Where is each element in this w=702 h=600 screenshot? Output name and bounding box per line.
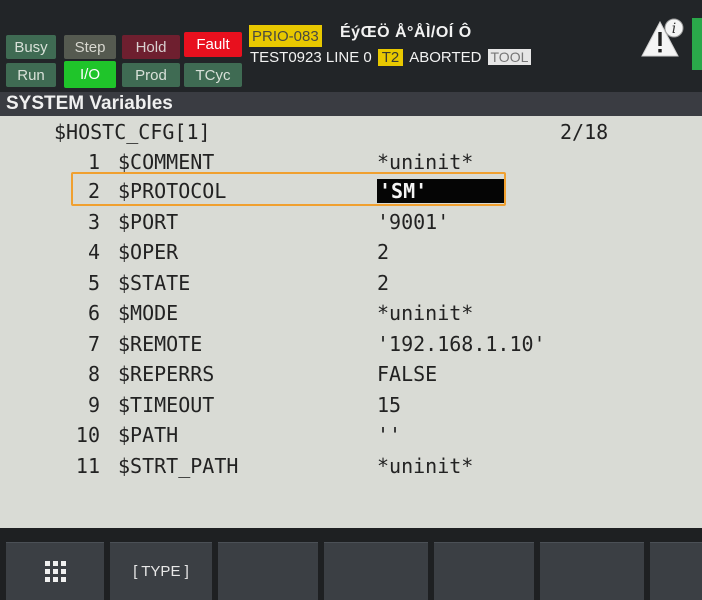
alarm-message: ÉýŒÖ Å°ÅÌ/OÍ Ô bbox=[340, 24, 472, 41]
type-button[interactable]: [ TYPE ] bbox=[110, 542, 212, 600]
program-line: TEST0923 LINE 0 bbox=[250, 48, 372, 66]
variable-row-timeout[interactable]: 9 $TIMEOUT 15 bbox=[0, 393, 702, 423]
menu-button[interactable] bbox=[6, 542, 104, 600]
status-io: I/O bbox=[64, 61, 116, 88]
warning-icon[interactable]: i bbox=[640, 18, 684, 62]
variable-name: $STRT_PATH bbox=[118, 454, 239, 478]
f4-button[interactable] bbox=[434, 542, 534, 600]
variable-value-selected[interactable]: 'SM' bbox=[377, 179, 505, 203]
edge-indicator bbox=[692, 18, 702, 70]
variable-name: $TIMEOUT bbox=[118, 393, 215, 417]
variable-value: FALSE bbox=[377, 362, 438, 386]
variable-row-reperrs[interactable]: 8 $REPERRS FALSE bbox=[0, 362, 702, 392]
f3-button[interactable] bbox=[324, 542, 428, 600]
row-number: 11 bbox=[75, 454, 100, 478]
row-number: 1 bbox=[87, 150, 100, 174]
variable-value: 2 bbox=[377, 271, 390, 295]
variable-row-protocol[interactable]: 2 $PROTOCOL 'SM' bbox=[0, 179, 702, 209]
f2-button[interactable] bbox=[218, 542, 318, 600]
variable-name: $MODE bbox=[118, 301, 179, 325]
variable-name: $REPERRS bbox=[118, 362, 215, 386]
variable-row-strt-path[interactable]: 11 $STRT_PATH *uninit* bbox=[0, 454, 702, 484]
program-status: TEST0923 LINE 0 T2 ABORTED TOOL bbox=[250, 46, 532, 68]
variable-row-comment[interactable]: 1 $COMMENT *uninit* bbox=[0, 150, 702, 180]
row-number: 8 bbox=[87, 362, 100, 386]
variable-name: $PATH bbox=[118, 423, 179, 447]
svg-text:i: i bbox=[672, 21, 676, 37]
status-run: Run bbox=[6, 63, 56, 87]
status-hold: Hold bbox=[122, 35, 180, 59]
system-variables-screen: SYSTEM Variables $HOSTC_CFG[1] 2/18 1 $C… bbox=[0, 92, 702, 528]
variable-name: $PROTOCOL bbox=[118, 179, 227, 203]
status-bar: Busy Step Hold Fault Run I/O Prod TCyc P… bbox=[0, 0, 702, 92]
row-number: 5 bbox=[87, 271, 100, 295]
variable-value: *uninit* bbox=[377, 150, 474, 174]
variable-value: *uninit* bbox=[377, 454, 474, 478]
mode-badge: T2 bbox=[377, 48, 404, 66]
variable-row-oper[interactable]: 4 $OPER 2 bbox=[0, 240, 702, 270]
variable-name: $COMMENT bbox=[118, 150, 215, 174]
variable-value: *uninit* bbox=[377, 301, 474, 325]
variable-name: $PORT bbox=[118, 210, 179, 234]
next-button[interactable] bbox=[650, 542, 702, 600]
f5-button[interactable] bbox=[540, 542, 644, 600]
variable-value: '9001' bbox=[377, 210, 450, 234]
variable-row-remote[interactable]: 7 $REMOTE '192.168.1.10' bbox=[0, 332, 702, 362]
row-number: 3 bbox=[87, 210, 100, 234]
variable-name: $OPER bbox=[118, 240, 179, 264]
row-number: 2 bbox=[87, 179, 100, 203]
variable-value: '' bbox=[377, 423, 402, 447]
status-step: Step bbox=[64, 35, 116, 59]
variable-row-path[interactable]: 10 $PATH '' bbox=[0, 423, 702, 453]
variable-name: $REMOTE bbox=[118, 332, 203, 356]
variable-value: 2 bbox=[377, 240, 390, 264]
variable-row-state[interactable]: 5 $STATE 2 bbox=[0, 271, 702, 301]
row-number: 10 bbox=[75, 423, 100, 447]
row-number: 6 bbox=[87, 301, 100, 325]
variable-value: '192.168.1.10' bbox=[377, 332, 546, 356]
variable-path: $HOSTC_CFG[1] bbox=[54, 120, 211, 144]
function-key-bar: [ TYPE ] bbox=[0, 528, 702, 600]
variable-name: $STATE bbox=[118, 271, 191, 295]
row-number: 9 bbox=[87, 393, 100, 417]
row-number: 4 bbox=[87, 240, 100, 264]
variable-row-port[interactable]: 3 $PORT '9001' bbox=[0, 210, 702, 240]
variable-value: 15 bbox=[377, 393, 402, 417]
status-tcyc: TCyc bbox=[184, 63, 242, 87]
prio-badge: PRIO-083 bbox=[249, 25, 322, 47]
type-label: [ TYPE ] bbox=[133, 563, 189, 580]
status-busy: Busy bbox=[6, 35, 56, 59]
page-indicator: 2/18 bbox=[560, 120, 609, 144]
status-prod: Prod bbox=[122, 63, 180, 87]
screen-title: SYSTEM Variables bbox=[0, 92, 702, 116]
variable-row-mode[interactable]: 6 $MODE *uninit* bbox=[0, 301, 702, 331]
status-fault: Fault bbox=[184, 32, 242, 57]
tool-badge: TOOL bbox=[487, 49, 532, 65]
grid-icon bbox=[44, 561, 66, 582]
run-state: ABORTED bbox=[409, 48, 482, 66]
row-number: 7 bbox=[87, 332, 100, 356]
